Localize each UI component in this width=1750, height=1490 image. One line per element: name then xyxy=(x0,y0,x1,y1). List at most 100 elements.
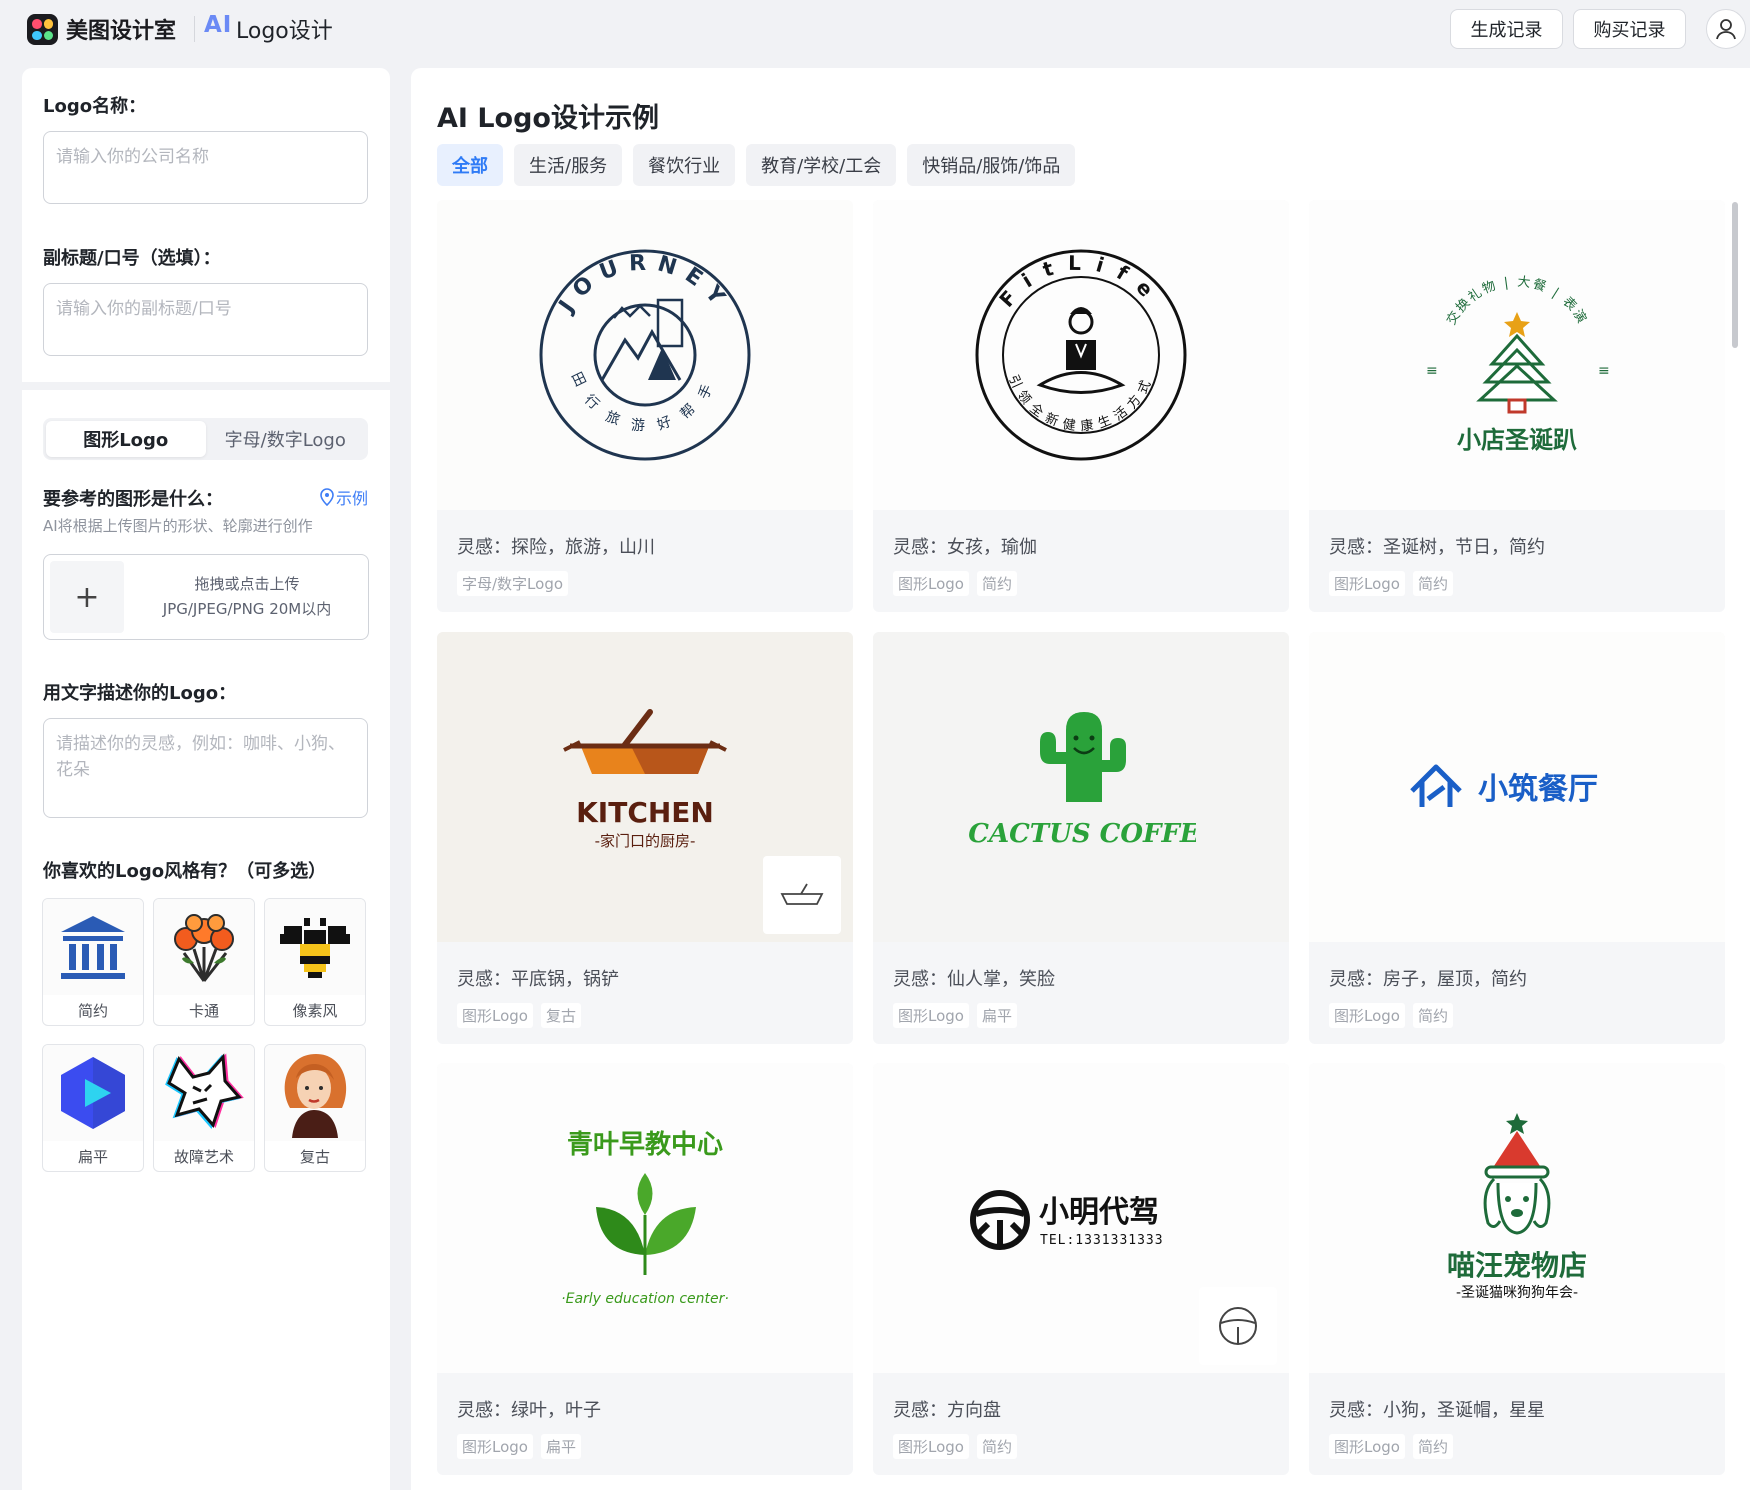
tab-graphic-logo[interactable]: 图形Logo xyxy=(46,421,206,457)
xiaoming-logo-subtext: TEL:1331331333 xyxy=(1040,1233,1164,1248)
inspiration-text: 灵感：平底锅，锅铲 xyxy=(457,969,619,990)
tag: 图形Logo xyxy=(1329,571,1405,596)
miaowang-pet-logo: 喵汪宠物店 -圣诞猫咪狗狗年会- xyxy=(1447,1113,1587,1301)
fitlife-logo: FitLife 引领全新健康生活方式 xyxy=(975,249,1187,461)
xiaozhu-restaurant-logo: 小筑餐厅 xyxy=(1410,764,1598,807)
example-card[interactable]: FitLife 引领全新健康生活方式 灵感：女孩，瑜伽 图形Logo 简约 xyxy=(873,200,1289,612)
style-option-retro[interactable]: 复古 xyxy=(264,1044,366,1172)
logo-name-input[interactable]: 请输入你的公司名称 xyxy=(43,131,368,204)
example-card[interactable]: 交换礼物 | 大餐 | 表演 ≡ ≡ 小店圣诞趴 灵感：圣诞树，节日，简约 图形L… xyxy=(1309,200,1725,612)
tab-life-service[interactable]: 生活/服务 xyxy=(514,144,623,186)
describe-textarea[interactable]: 请描述你的灵感，例如：咖啡、小狗、花朵 xyxy=(43,718,368,818)
style-name: 复古 xyxy=(299,1147,330,1166)
user-avatar[interactable] xyxy=(1706,9,1746,49)
scrollbar[interactable] xyxy=(1732,202,1738,348)
style-option-pixel[interactable]: 像素风 xyxy=(264,898,366,1026)
tag: 简约 xyxy=(1412,1003,1453,1028)
generate-history-button[interactable]: 生成记录 xyxy=(1450,9,1563,49)
tab-education[interactable]: 教育/学校/工会 xyxy=(746,144,897,186)
reference-thumbnail xyxy=(763,856,841,934)
style-options: 简约 卡通 像素风 扁平 故障艺术 复古 xyxy=(42,898,368,1172)
example-card[interactable]: KITCHEN -家门口的厨房- 灵感：平底锅，锅铲 图形Logo 复古 xyxy=(437,632,853,1044)
tag: 图形Logo xyxy=(457,1003,533,1028)
tag-list: 字母/数字Logo xyxy=(457,571,569,596)
style-name: 卡通 xyxy=(188,1001,219,1020)
app-logo-icon[interactable] xyxy=(27,14,58,45)
tag: 扁平 xyxy=(540,1434,581,1459)
cactus-logo: CACTUS COFFE xyxy=(968,712,1196,849)
style-flat-image xyxy=(43,1045,143,1141)
logo-preview: FitLife 引领全新健康生活方式 xyxy=(873,200,1289,510)
purchase-history-button[interactable]: 购买记录 xyxy=(1573,9,1686,49)
svg-text:田行旅游好帮手: 田行旅游好帮手 xyxy=(568,370,723,434)
style-label: 你喜欢的Logo风格有？（可多选） xyxy=(43,861,327,882)
tag: 图形Logo xyxy=(1329,1434,1405,1459)
subtitle-input[interactable]: 请输入你的副标题/口号 xyxy=(43,283,368,356)
upload-area[interactable]: + 拖拽或点击上传 JPG/JPEG/PNG 20M以内 xyxy=(43,554,369,640)
inspiration-text: 灵感：绿叶，叶子 xyxy=(457,1400,601,1421)
plus-icon: + xyxy=(50,561,124,633)
christmas-logo-text: 小店圣诞趴 xyxy=(1457,426,1577,454)
svg-text:FitLife: FitLife xyxy=(994,251,1167,312)
fitlife-logo-subtext: 引领全新健康生活方式 xyxy=(1005,373,1151,435)
pixel-bee-icon xyxy=(280,918,350,978)
style-option-flat[interactable]: 扁平 xyxy=(42,1044,144,1172)
style-option-simple[interactable]: 简约 xyxy=(42,898,144,1026)
logo-preview: CACTUS COFFE xyxy=(873,632,1289,942)
tag: 图形Logo xyxy=(893,1434,969,1459)
tab-fmcg[interactable]: 快销品/服饰/饰品 xyxy=(907,144,1076,186)
example-card[interactable]: 青叶早教中心 ·Early education center· 灵感：绿叶，叶子… xyxy=(437,1063,853,1475)
kitchen-logo: KITCHEN -家门口的厨房- xyxy=(563,709,727,850)
product-name: Logo设计 xyxy=(236,19,333,44)
shape-hint: AI将根据上传图片的形状、轮廓进行创作 xyxy=(43,517,313,535)
xiaozhu-logo-text: 小筑餐厅 xyxy=(1478,772,1598,807)
retro-girl-icon xyxy=(284,1054,347,1138)
example-card[interactable]: JOURNEY 田行旅游好帮手 灵感：探险，旅游，山川 字母/数字Logo xyxy=(437,200,853,612)
inspiration-text: 灵感：小狗，圣诞帽，星星 xyxy=(1329,1400,1545,1421)
journey-logo: JOURNEY 田行旅游好帮手 xyxy=(539,249,751,461)
tab-all[interactable]: 全部 xyxy=(437,144,503,186)
app-name[interactable]: 美图设计室 xyxy=(66,13,176,45)
style-simple-image xyxy=(43,899,143,995)
xiaoming-driver-logo: 小明代驾 TEL:1331331333 xyxy=(970,1190,1164,1250)
tag: 简约 xyxy=(1412,1434,1453,1459)
kitchen-logo-text: KITCHEN xyxy=(576,796,714,829)
location-pin-icon xyxy=(320,488,334,506)
qingye-logo-text: 青叶早教中心 xyxy=(567,1130,723,1160)
xiaoming-logo-text: 小明代驾 xyxy=(1039,1195,1159,1230)
example-link[interactable]: 示例 xyxy=(320,485,368,509)
tag: 简约 xyxy=(1412,571,1453,596)
tag: 简约 xyxy=(976,1434,1017,1459)
example-card[interactable]: CACTUS COFFE 灵感：仙人掌，笑脸 图形Logo 扁平 xyxy=(873,632,1289,1044)
tab-letter-number-logo[interactable]: 字母/数字Logo xyxy=(206,421,366,457)
style-option-glitch[interactable]: 故障艺术 xyxy=(153,1044,255,1172)
ai-label: AI xyxy=(204,12,233,38)
inspiration-text: 灵感：仙人掌，笑脸 xyxy=(893,969,1055,990)
shape-label: 要参考的图形是什么： xyxy=(43,489,223,510)
svg-text:≡: ≡ xyxy=(1426,363,1438,379)
form-divider xyxy=(22,382,390,390)
tag: 复古 xyxy=(540,1003,581,1028)
tag: 图形Logo xyxy=(893,1003,969,1028)
style-option-cartoon[interactable]: 卡通 xyxy=(153,898,255,1026)
logo-preview: 青叶早教中心 ·Early education center· xyxy=(437,1063,853,1373)
example-card[interactable]: 小筑餐厅 灵感：房子，屋顶，简约 图形Logo 简约 xyxy=(1309,632,1725,1044)
top-bar: 美图设计室 AI Logo设计 生成记录 购买记录 xyxy=(0,0,1750,58)
qingye-logo: 青叶早教中心 ·Early education center· xyxy=(561,1130,729,1307)
kitchen-logo-subtext: -家门口的厨房- xyxy=(595,832,696,850)
tab-catering[interactable]: 餐饮行业 xyxy=(633,144,736,186)
tag-list: 图形Logo 复古 xyxy=(457,1003,581,1028)
subtitle-label: 副标题/口号（选填）： xyxy=(43,248,221,269)
upload-hint-line2: JPG/JPEG/PNG 20M以内 xyxy=(162,600,332,618)
style-retro-image xyxy=(265,1045,365,1141)
header-divider xyxy=(194,16,195,42)
svg-text:引领全新健康生活方式: 引领全新健康生活方式 xyxy=(1005,373,1157,435)
style-name: 像素风 xyxy=(292,1001,338,1020)
tag-list: 图形Logo 简约 xyxy=(1329,571,1453,596)
inspiration-text: 灵感：圣诞树，节日，简约 xyxy=(1329,537,1545,558)
example-card[interactable]: 小明代驾 TEL:1331331333 灵感：方向盘 图形Logo 简约 xyxy=(873,1063,1289,1475)
example-card[interactable]: 喵汪宠物店 -圣诞猫咪狗狗年会- 灵感：小狗，圣诞帽，星星 图形Logo 简约 xyxy=(1309,1063,1725,1475)
journey-logo-text: JOURNEY xyxy=(553,251,725,319)
tag-list: 图形Logo 简约 xyxy=(893,571,1017,596)
inspiration-text: 灵感：探险，旅游，山川 xyxy=(457,537,655,558)
